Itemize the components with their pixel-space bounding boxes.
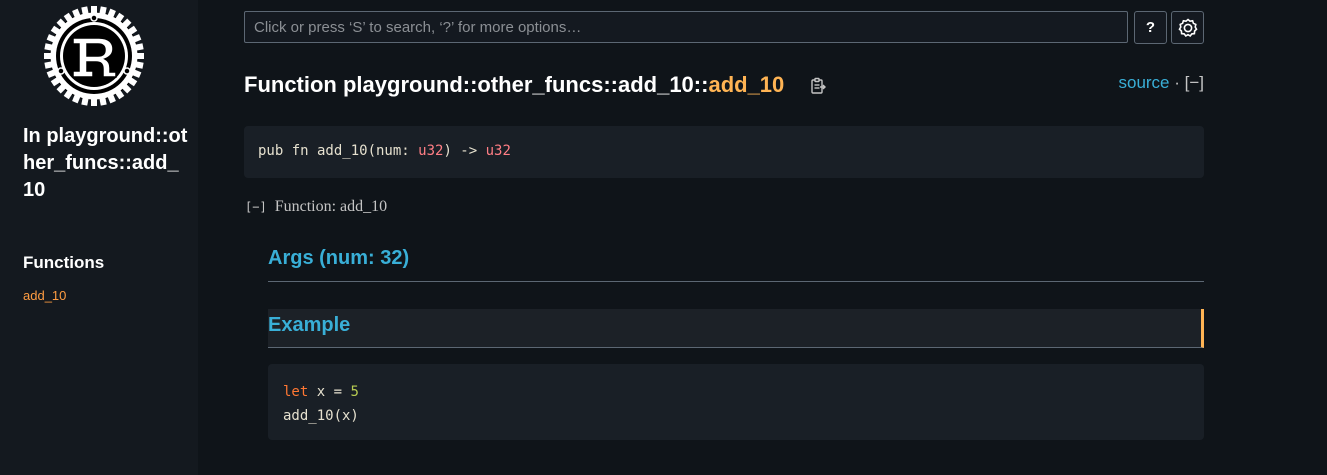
attribute-text: Function: add_10 — [274, 198, 388, 215]
source-links: source · [−] — [1118, 73, 1204, 93]
copy-path-icon[interactable] — [808, 76, 828, 96]
search-input[interactable] — [244, 11, 1128, 43]
attribute-toggle-row: [−] Function: add_10 — [245, 198, 387, 216]
logo-gear-tooth — [91, 96, 97, 106]
help-button[interactable]: ? — [1134, 11, 1167, 44]
example-heading[interactable]: Example — [268, 309, 1204, 348]
code-text: x = — [308, 384, 351, 400]
source-separator: · — [1169, 73, 1185, 92]
page-title-function-name[interactable]: add_10 — [708, 72, 784, 97]
logo-gear-tooth — [134, 53, 144, 59]
sidebar-location-title[interactable]: In playground::other_funcs::add_10 — [23, 123, 188, 204]
function-signature: pub fn add_10(num: u32) -> u32 — [244, 126, 1204, 178]
signature-type-link[interactable]: u32 — [486, 143, 511, 159]
rust-logo-icon[interactable] — [43, 5, 145, 107]
gear-icon — [1177, 17, 1198, 37]
logo-gear-tooth — [44, 53, 54, 59]
code-keyword: let — [283, 384, 309, 400]
sidebar-item-add-10[interactable]: add_10 — [23, 288, 66, 303]
settings-button[interactable] — [1171, 11, 1204, 44]
example-code-block: let x = 5 add_10(x) — [268, 364, 1204, 440]
sidebar-section-heading[interactable]: Functions — [23, 253, 104, 273]
args-heading[interactable]: Args (num: 32) — [268, 247, 1204, 282]
signature-type-link[interactable]: u32 — [418, 143, 443, 159]
page-title-path[interactable]: Function playground::other_funcs::add_10… — [244, 72, 708, 97]
signature-part: pub fn add_10(num: — [258, 143, 419, 159]
collapse-all-toggle[interactable]: [−] — [1185, 73, 1204, 92]
signature-part: ) -> — [443, 143, 486, 159]
attribute-toggle[interactable]: [−] — [245, 200, 267, 214]
code-text: add_10(x) — [283, 408, 359, 424]
sidebar: In playground::other_funcs::add_10 Funct… — [0, 0, 198, 475]
page-title: Function playground::other_funcs::add_10… — [244, 72, 784, 98]
source-link[interactable]: source — [1118, 73, 1169, 92]
code-number: 5 — [350, 384, 359, 400]
